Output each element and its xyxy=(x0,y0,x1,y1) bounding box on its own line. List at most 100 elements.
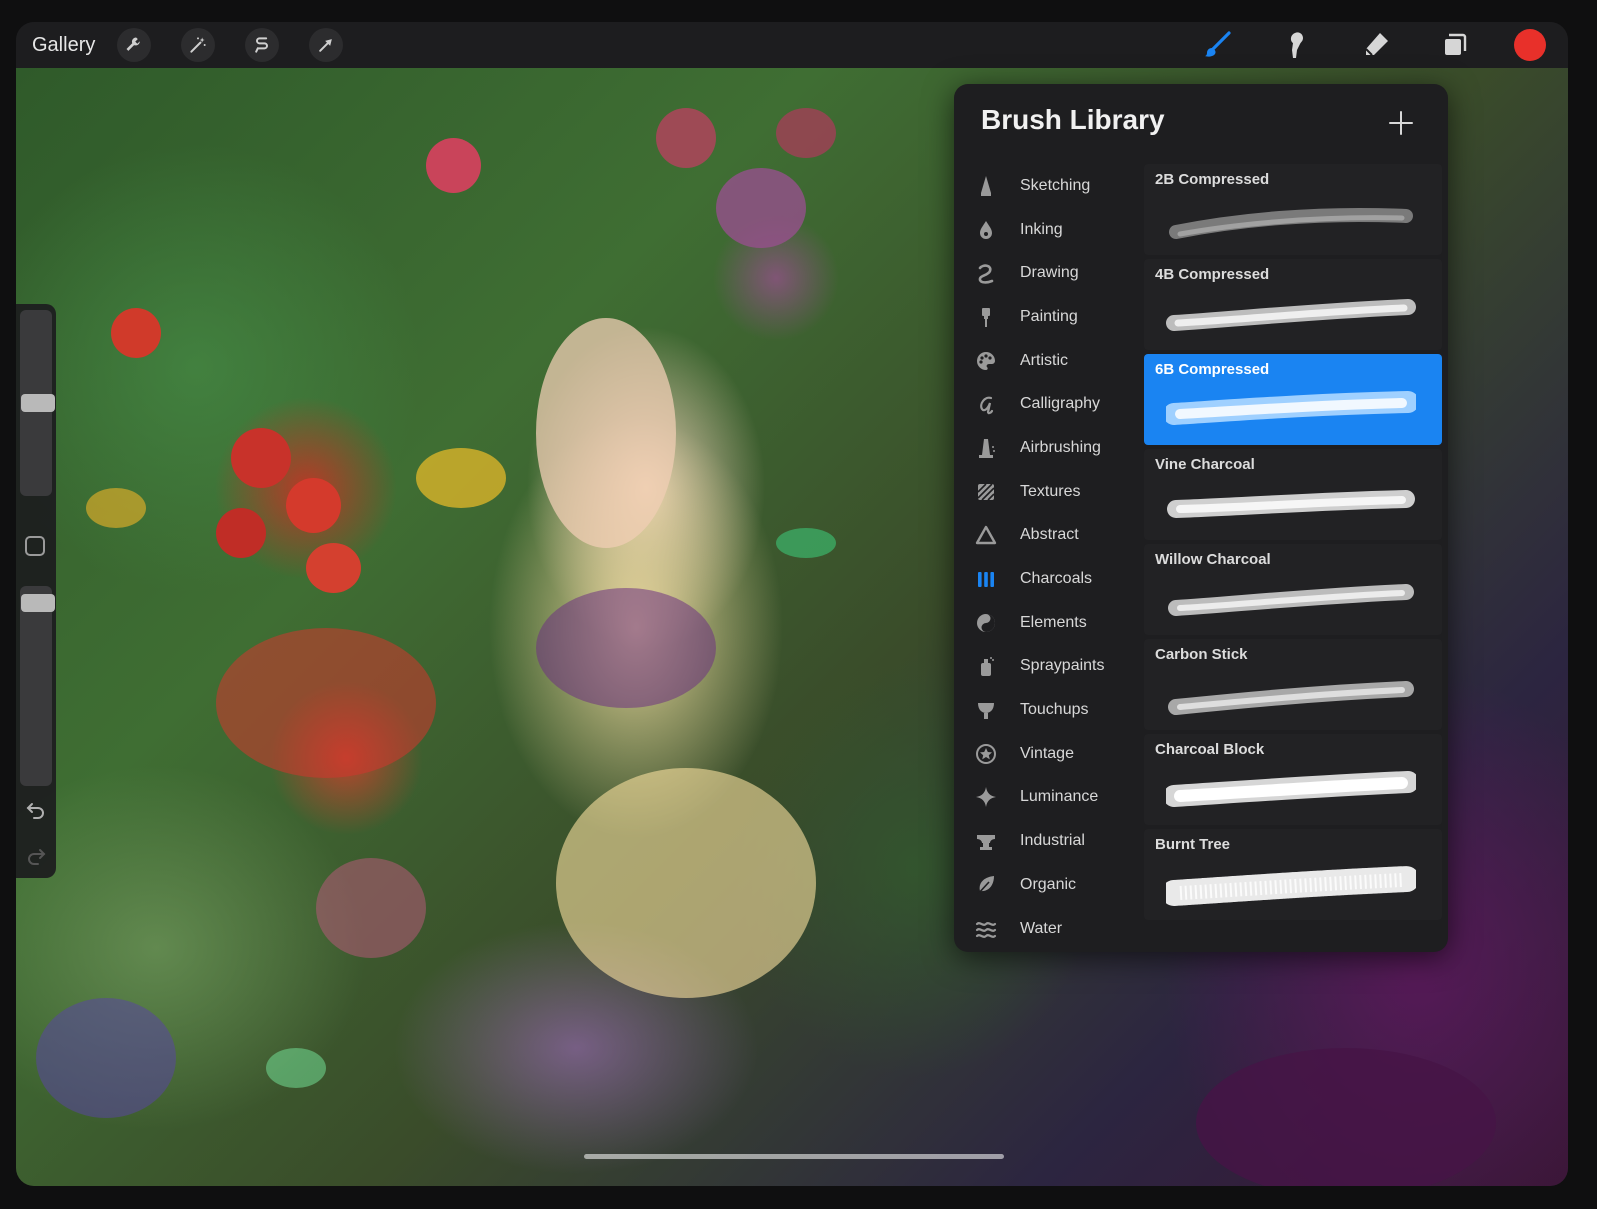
set-label: Touchups xyxy=(1020,701,1089,719)
yin-yang-icon xyxy=(974,611,998,635)
opacity-thumb[interactable] xyxy=(21,594,55,612)
brush-stroke-preview xyxy=(1168,584,1414,616)
brush-item-6b-compressed[interactable]: 6B Compressed xyxy=(1144,354,1442,445)
set-item-drawing[interactable]: Drawing xyxy=(954,251,1140,295)
set-label: Artistic xyxy=(1020,351,1068,369)
transform-button[interactable] xyxy=(309,28,344,62)
brush-item-charcoal-block[interactable]: Charcoal Block xyxy=(1144,734,1442,825)
brush-name: Charcoal Block xyxy=(1155,741,1265,758)
set-label: Calligraphy xyxy=(1020,395,1101,413)
brush-list: 2B Compressed 4B Compressed 6B Compresse… xyxy=(1144,164,1442,924)
set-item-artistic[interactable]: Artistic xyxy=(954,339,1140,383)
brush-name: Vine Charcoal xyxy=(1155,456,1255,473)
set-item-luminance[interactable]: Luminance xyxy=(954,776,1140,820)
add-brush-button[interactable] xyxy=(1386,108,1416,138)
set-item-spraypaints[interactable]: Spraypaints xyxy=(954,645,1140,689)
set-label: Water xyxy=(1020,919,1063,937)
set-item-textures[interactable]: Textures xyxy=(954,470,1140,514)
set-item-sketching[interactable]: Sketching xyxy=(954,164,1140,208)
set-label: Charcoals xyxy=(1020,570,1093,588)
triangle-icon xyxy=(974,523,998,547)
set-label: Abstract xyxy=(1020,526,1079,544)
texture-hatch-icon xyxy=(974,480,998,504)
brush-name: Carbon Stick xyxy=(1155,646,1248,663)
star-circle-icon xyxy=(974,742,998,766)
set-label: Textures xyxy=(1020,482,1081,500)
waves-icon xyxy=(974,917,998,941)
brush-name: 4B Compressed xyxy=(1155,266,1270,283)
set-item-vintage[interactable]: Vintage xyxy=(954,732,1140,776)
undo-button[interactable] xyxy=(24,798,48,822)
opacity-slider[interactable] xyxy=(20,586,55,786)
set-item-calligraphy[interactable]: Calligraphy xyxy=(954,382,1140,426)
brush-stroke-preview xyxy=(1166,299,1416,331)
top-toolbar: Gallery xyxy=(16,22,1568,68)
color-picker-button[interactable] xyxy=(1514,29,1546,61)
set-item-painting[interactable]: Painting xyxy=(954,295,1140,339)
smudge-icon xyxy=(1290,32,1303,58)
calligraphy-a-icon xyxy=(974,392,998,416)
home-indicator[interactable] xyxy=(584,1154,1004,1159)
brush-name: Willow Charcoal xyxy=(1155,551,1271,568)
squiggle-icon xyxy=(974,261,998,285)
anvil-icon xyxy=(974,829,998,853)
set-label: Luminance xyxy=(1020,788,1099,806)
modify-button[interactable] xyxy=(25,536,45,556)
set-label: Inking xyxy=(1020,220,1063,238)
brush-size-thumb[interactable] xyxy=(21,394,55,412)
set-label: Vintage xyxy=(1020,744,1074,762)
layers-button[interactable] xyxy=(1435,25,1475,65)
adjustments-button[interactable] xyxy=(181,28,216,62)
brush-item-burnt-tree[interactable]: Burnt Tree xyxy=(1144,829,1442,920)
set-label: Painting xyxy=(1020,307,1078,325)
eraser-tool-button[interactable] xyxy=(1356,25,1396,65)
pencil-tip-icon xyxy=(974,174,998,198)
right-tool-group xyxy=(1159,22,1568,68)
selection-button[interactable] xyxy=(245,28,280,62)
airbrush-icon xyxy=(974,436,998,460)
leaf-icon xyxy=(974,873,998,897)
selection-icon xyxy=(255,37,269,53)
brush-stroke-preview xyxy=(1166,771,1416,807)
brush-item-willow-charcoal[interactable]: Willow Charcoal xyxy=(1144,544,1442,635)
set-item-industrial[interactable]: Industrial xyxy=(954,819,1140,863)
spray-can-icon xyxy=(974,654,998,678)
set-item-charcoals[interactable]: Charcoals xyxy=(954,557,1140,601)
brush-item-2b-compressed[interactable]: 2B Compressed xyxy=(1144,164,1442,255)
set-label: Drawing xyxy=(1020,264,1079,282)
palette-icon xyxy=(974,349,998,373)
set-item-airbrushing[interactable]: Airbrushing xyxy=(954,426,1140,470)
brush-stroke-preview xyxy=(1167,490,1415,518)
ink-drop-icon xyxy=(974,218,998,242)
set-item-organic[interactable]: Organic xyxy=(954,863,1140,907)
undo-icon xyxy=(26,803,44,819)
set-item-water[interactable]: Water xyxy=(954,907,1140,951)
brush-library-panel: Brush Library Sketching Inking Drawing P… xyxy=(954,84,1448,952)
brush-item-vine-charcoal[interactable]: Vine Charcoal xyxy=(1144,449,1442,540)
touchup-icon xyxy=(974,698,998,722)
brush-library-title: Brush Library xyxy=(981,104,1165,135)
smudge-tool-button[interactable] xyxy=(1277,25,1317,65)
actions-wrench-button[interactable] xyxy=(117,28,152,62)
brush-size-slider[interactable] xyxy=(20,310,55,496)
redo-button[interactable] xyxy=(24,844,48,868)
brush-item-carbon-stick[interactable]: Carbon Stick xyxy=(1144,639,1442,730)
set-item-abstract[interactable]: Abstract xyxy=(954,514,1140,558)
wrench-icon xyxy=(126,37,141,51)
brush-stroke-preview xyxy=(1166,866,1416,906)
gallery-button[interactable]: Gallery xyxy=(32,34,95,57)
brush-set-list: Sketching Inking Drawing Painting Artist… xyxy=(954,164,1140,950)
paint-brush-icon xyxy=(974,305,998,329)
procreate-window: Gallery Brush Library Sketching Inking D… xyxy=(16,22,1568,1186)
set-item-touchups[interactable]: Touchups xyxy=(954,688,1140,732)
brush-item-4b-compressed[interactable]: 4B Compressed xyxy=(1144,259,1442,350)
brush-tool-button[interactable] xyxy=(1198,25,1238,65)
set-label: Elements xyxy=(1020,613,1087,631)
transform-arrow-icon xyxy=(319,39,333,52)
brush-icon xyxy=(1205,31,1231,57)
set-item-elements[interactable]: Elements xyxy=(954,601,1140,645)
set-label: Sketching xyxy=(1020,176,1091,194)
set-label: Organic xyxy=(1020,875,1077,893)
set-item-inking[interactable]: Inking xyxy=(954,208,1140,252)
charcoal-sticks-icon xyxy=(974,567,998,591)
